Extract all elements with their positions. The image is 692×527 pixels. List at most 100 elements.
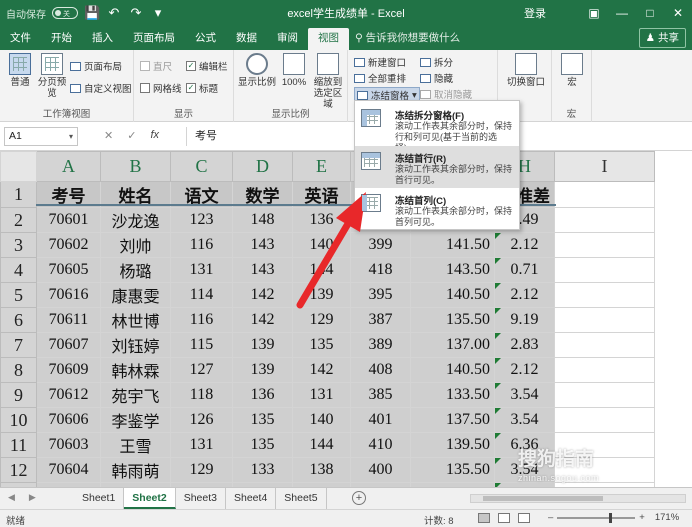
table-cell[interactable]: 135.50 bbox=[410, 307, 495, 333]
table-cell[interactable]: 131 bbox=[170, 257, 233, 283]
table-cell[interactable] bbox=[554, 232, 655, 258]
tab-page-layout[interactable]: 页面布局 bbox=[123, 28, 185, 50]
gridlines-checkbox[interactable]: 网格线 bbox=[140, 81, 182, 95]
sheet-tab-3[interactable]: Sheet3 bbox=[176, 488, 226, 509]
customize-qat-icon[interactable]: ▾ bbox=[150, 5, 166, 21]
table-cell[interactable]: 刘帅 bbox=[100, 232, 171, 258]
page-break-preview-button[interactable]: 分页预览 bbox=[36, 53, 68, 99]
table-cell[interactable] bbox=[554, 207, 655, 233]
zoom-in-icon[interactable]: + bbox=[639, 512, 645, 523]
table-cell[interactable]: 70612 bbox=[36, 382, 101, 408]
table-cell[interactable]: 136 bbox=[232, 382, 293, 408]
tab-file[interactable]: 文件 bbox=[0, 28, 41, 50]
row-header[interactable]: 9 bbox=[0, 382, 37, 408]
sheet-tab-5[interactable]: Sheet5 bbox=[276, 488, 327, 509]
table-cell[interactable]: 9.19 bbox=[494, 307, 555, 333]
tab-data[interactable]: 数据 bbox=[226, 28, 267, 50]
tell-me-search[interactable]: ⚲ 告诉我你想要做什么 bbox=[355, 28, 460, 50]
table-cell[interactable]: 2.83 bbox=[494, 332, 555, 358]
table-cell[interactable]: 苑宇飞 bbox=[100, 382, 171, 408]
table-cell[interactable] bbox=[554, 382, 655, 408]
page-layout-view-icon[interactable] bbox=[498, 513, 510, 523]
table-cell[interactable]: 140 bbox=[292, 407, 351, 433]
tab-view[interactable]: 视图 bbox=[308, 28, 349, 50]
table-cell[interactable]: 418 bbox=[350, 257, 411, 283]
table-cell[interactable]: 139 bbox=[232, 332, 293, 358]
scroll-right-icon[interactable]: ▶ bbox=[29, 492, 36, 503]
table-cell[interactable] bbox=[554, 332, 655, 358]
normal-view-icon[interactable] bbox=[478, 513, 490, 523]
normal-view-button[interactable]: 普通 bbox=[4, 53, 36, 88]
table-cell[interactable]: 136 bbox=[292, 207, 351, 233]
table-cell[interactable] bbox=[554, 307, 655, 333]
macros-button[interactable]: 宏 bbox=[556, 53, 588, 88]
table-cell[interactable]: 刘钰婷 bbox=[100, 332, 171, 358]
row-header[interactable]: 6 bbox=[0, 307, 37, 333]
table-cell[interactable]: 137.50 bbox=[410, 407, 495, 433]
table-cell[interactable]: 144 bbox=[292, 257, 351, 283]
column-header[interactable]: I bbox=[554, 151, 655, 182]
table-cell[interactable]: 143 bbox=[232, 232, 293, 258]
column-header[interactable]: B bbox=[100, 151, 171, 182]
table-cell[interactable]: 114 bbox=[170, 282, 233, 308]
table-cell[interactable]: 129 bbox=[170, 457, 233, 483]
table-cell[interactable]: 408 bbox=[350, 357, 411, 383]
zoom-percent[interactable]: 171% bbox=[655, 512, 679, 523]
chevron-down-icon[interactable]: ▾ bbox=[69, 128, 73, 145]
table-cell[interactable]: 133.50 bbox=[410, 382, 495, 408]
sheet-tab-4[interactable]: Sheet4 bbox=[226, 488, 277, 509]
column-header[interactable]: A bbox=[36, 151, 101, 182]
table-cell[interactable]: 2.12 bbox=[494, 282, 555, 308]
table-cell[interactable]: 139 bbox=[232, 357, 293, 383]
table-cell[interactable]: 林世博 bbox=[100, 307, 171, 333]
menu-item-freeze-top-row[interactable]: 冻结首行(R) 滚动工作表其余部分时，保持首行可见。 bbox=[355, 146, 519, 188]
select-all-corner[interactable] bbox=[0, 151, 37, 182]
table-cell[interactable]: 70605 bbox=[36, 257, 101, 283]
table-cell[interactable]: 70611 bbox=[36, 307, 101, 333]
zoom-out-icon[interactable]: – bbox=[548, 512, 553, 523]
table-cell[interactable]: 70602 bbox=[36, 232, 101, 258]
headings-checkbox[interactable]: ✓ 标题 bbox=[186, 81, 218, 95]
sheet-tab-2[interactable]: Sheet2 bbox=[124, 488, 176, 509]
zoom-button[interactable]: 显示比例 bbox=[238, 53, 276, 88]
table-cell[interactable]: 杨璐 bbox=[100, 257, 171, 283]
enter-icon[interactable]: ✓ bbox=[127, 129, 136, 142]
name-box[interactable]: A1 ▾ bbox=[4, 127, 78, 146]
table-cell[interactable] bbox=[554, 181, 655, 208]
table-cell[interactable]: 135 bbox=[232, 407, 293, 433]
maximize-icon[interactable]: □ bbox=[636, 0, 664, 26]
table-cell[interactable]: 王雪 bbox=[100, 432, 171, 458]
table-cell[interactable]: 389 bbox=[350, 332, 411, 358]
table-cell[interactable]: 142 bbox=[232, 307, 293, 333]
table-cell[interactable]: 140 bbox=[292, 232, 351, 258]
table-cell[interactable]: 410 bbox=[350, 432, 411, 458]
table-cell[interactable]: 133 bbox=[232, 457, 293, 483]
table-cell[interactable]: 70603 bbox=[36, 432, 101, 458]
table-cell[interactable]: 129 bbox=[292, 307, 351, 333]
split-button[interactable]: 拆分 bbox=[420, 55, 453, 69]
cell-table[interactable]: A B C D E F G H I 1 考号 姓名 语文 数学 英语 标准差 bbox=[0, 151, 655, 487]
zoom-slider[interactable] bbox=[557, 512, 636, 523]
save-icon[interactable]: 💾 bbox=[84, 5, 100, 21]
page-layout-view-button[interactable]: 页面布局 bbox=[70, 59, 122, 73]
table-cell[interactable]: 140.50 bbox=[410, 282, 495, 308]
autosave-toggle[interactable]: 关 bbox=[52, 7, 78, 19]
tab-home[interactable]: 开始 bbox=[41, 28, 82, 50]
unhide-button[interactable]: 取消隐藏 bbox=[420, 87, 472, 101]
column-header[interactable]: E bbox=[292, 151, 351, 182]
column-header[interactable]: C bbox=[170, 151, 233, 182]
row-header[interactable]: 4 bbox=[0, 257, 37, 283]
menu-item-freeze-first-column[interactable]: 冻结首列(C) 滚动工作表其余部分时，保持首列可见。 bbox=[355, 188, 519, 230]
table-cell[interactable]: 138 bbox=[292, 457, 351, 483]
tab-insert[interactable]: 插入 bbox=[82, 28, 123, 50]
share-button[interactable]: ♟ 共享 bbox=[638, 28, 686, 48]
table-cell[interactable]: 395 bbox=[350, 282, 411, 308]
table-cell[interactable]: 135 bbox=[292, 332, 351, 358]
table-cell[interactable]: 148 bbox=[232, 207, 293, 233]
menu-item-freeze-panes[interactable]: 冻结拆分窗格(F) 滚动工作表其余部分时，保持行和列可见(基于当前的选择)。 bbox=[355, 103, 519, 153]
table-cell[interactable]: 143.50 bbox=[410, 257, 495, 283]
table-cell[interactable]: 142 bbox=[292, 357, 351, 383]
minimize-icon[interactable]: — bbox=[608, 0, 636, 26]
table-cell[interactable]: 135.50 bbox=[410, 457, 495, 483]
table-cell[interactable]: 139.50 bbox=[410, 432, 495, 458]
